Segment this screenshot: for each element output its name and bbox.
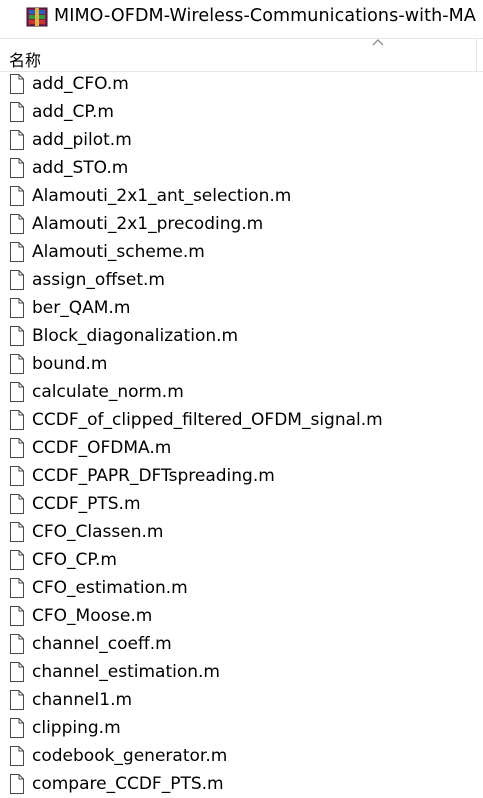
file-row[interactable]: add_pilot.m (0, 126, 483, 154)
file-name: CFO_estimation.m (32, 578, 188, 598)
file-row[interactable]: assign_offset.m (0, 266, 483, 294)
column-divider[interactable] (476, 39, 477, 71)
file-row[interactable]: Alamouti_2x1_ant_selection.m (0, 182, 483, 210)
file-row[interactable]: Block_diagonalization.m (0, 322, 483, 350)
file-name: ber_QAM.m (32, 298, 131, 318)
document-icon (10, 214, 24, 234)
document-icon (10, 746, 24, 766)
document-icon (10, 270, 24, 290)
document-icon (10, 718, 24, 738)
file-name: CFO_CP.m (32, 550, 117, 570)
document-icon (10, 242, 24, 262)
document-icon (10, 326, 24, 346)
column-header[interactable]: 名称 (0, 38, 483, 72)
document-icon (10, 354, 24, 374)
file-row[interactable]: add_CP.m (0, 98, 483, 126)
document-icon (10, 494, 24, 514)
file-row[interactable]: CFO_Moose.m (0, 602, 483, 630)
document-icon (10, 634, 24, 654)
file-row[interactable]: clipping.m (0, 714, 483, 742)
file-name: calculate_norm.m (32, 382, 184, 402)
file-row[interactable]: CFO_CP.m (0, 546, 483, 574)
document-icon (10, 662, 24, 682)
file-row[interactable]: bound.m (0, 350, 483, 378)
document-icon (10, 186, 24, 206)
file-name: channel_coeff.m (32, 634, 172, 654)
chevron-up-icon[interactable] (372, 37, 384, 47)
file-name: channel_estimation.m (32, 662, 220, 682)
file-name: Block_diagonalization.m (32, 326, 239, 346)
document-icon (10, 158, 24, 178)
file-name: CFO_Classen.m (32, 522, 164, 542)
file-row[interactable]: add_STO.m (0, 154, 483, 182)
file-row[interactable]: channel_estimation.m (0, 658, 483, 686)
file-row[interactable]: ber_QAM.m (0, 294, 483, 322)
file-row[interactable]: calculate_norm.m (0, 378, 483, 406)
file-row[interactable]: Alamouti_scheme.m (0, 238, 483, 266)
file-row[interactable]: CFO_estimation.m (0, 574, 483, 602)
document-icon (10, 466, 24, 486)
file-name: CFO_Moose.m (32, 606, 153, 626)
document-icon (10, 382, 24, 402)
document-icon (10, 74, 24, 94)
file-name: Alamouti_scheme.m (32, 242, 205, 262)
file-row[interactable]: channel1.m (0, 686, 483, 714)
file-name: channel1.m (32, 690, 133, 710)
title-bar: MIMO-OFDM-Wireless-Communications-with-M… (0, 0, 483, 36)
file-row[interactable]: CCDF_OFDMA.m (0, 434, 483, 462)
winrar-archive-icon (26, 7, 48, 27)
file-row[interactable]: CCDF_PTS.m (0, 490, 483, 518)
document-icon (10, 690, 24, 710)
document-icon (10, 774, 24, 794)
file-list: add_CFO.m add_CP.m add_pilot.m add_STO.m Ala… (0, 70, 483, 798)
file-name: add_STO.m (32, 158, 129, 178)
document-icon (10, 606, 24, 626)
file-name: add_pilot.m (32, 130, 132, 150)
document-icon (10, 298, 24, 318)
file-name: CCDF_OFDMA.m (32, 438, 172, 458)
file-name: compare_CCDF_PTS.m (32, 774, 224, 794)
file-row[interactable]: CFO_Classen.m (0, 518, 483, 546)
file-name: codebook_generator.m (32, 746, 228, 766)
file-name: Alamouti_2x1_ant_selection.m (32, 186, 292, 206)
document-icon (10, 550, 24, 570)
document-icon (10, 438, 24, 458)
file-name: CCDF_of_clipped_filtered_OFDM_signal.m (32, 410, 383, 430)
file-name: clipping.m (32, 718, 121, 738)
file-row[interactable]: CCDF_of_clipped_filtered_OFDM_signal.m (0, 406, 483, 434)
file-name: assign_offset.m (32, 270, 165, 290)
file-name: bound.m (32, 354, 108, 374)
file-row[interactable]: CCDF_PAPR_DFTspreading.m (0, 462, 483, 490)
document-icon (10, 130, 24, 150)
window-title: MIMO-OFDM-Wireless-Communications-with-M… (54, 6, 476, 26)
file-row[interactable]: Alamouti_2x1_precoding.m (0, 210, 483, 238)
document-icon (10, 102, 24, 122)
file-name: Alamouti_2x1_precoding.m (32, 214, 264, 234)
document-icon (10, 410, 24, 430)
document-icon (10, 522, 24, 542)
file-name: add_CFO.m (32, 74, 129, 94)
column-name-label[interactable]: 名称 (9, 47, 41, 71)
file-row[interactable]: add_CFO.m (0, 70, 483, 98)
file-name: CCDF_PAPR_DFTspreading.m (32, 466, 275, 486)
file-name: add_CP.m (32, 102, 114, 122)
file-name: CCDF_PTS.m (32, 494, 141, 514)
document-icon (10, 578, 24, 598)
file-row[interactable]: channel_coeff.m (0, 630, 483, 658)
file-row[interactable]: codebook_generator.m (0, 742, 483, 770)
